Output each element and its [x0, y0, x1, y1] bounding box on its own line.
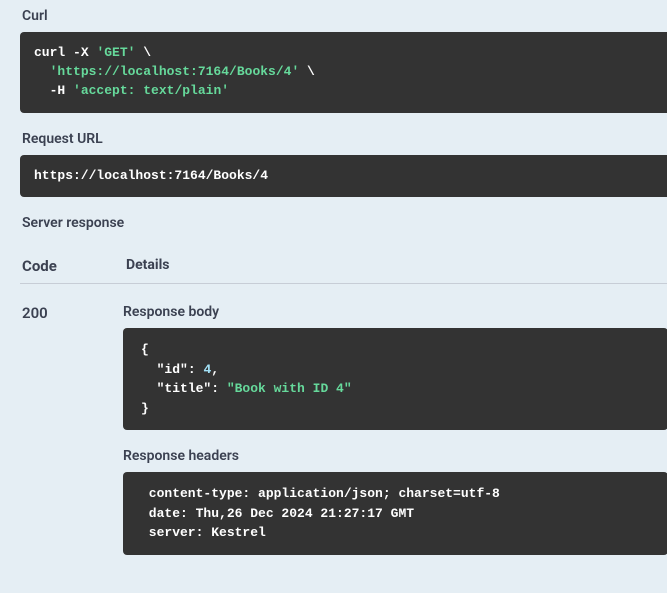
curl-flag-h: -H — [50, 83, 66, 98]
body-key-title: "title" — [157, 381, 212, 396]
body-comma1: , — [211, 362, 219, 377]
curl-url: 'https://localhost:7164/Books/4' — [50, 64, 300, 79]
body-indent1 — [141, 362, 157, 377]
body-key-id: "id" — [157, 362, 188, 377]
response-details: Response body { "id": 4, "title": "Book … — [123, 304, 667, 573]
code-column-header: Code — [22, 257, 126, 275]
response-body-block[interactable]: { "id": 4, "title": "Book with ID 4" } — [123, 328, 667, 430]
body-val-title: "Book with ID 4" — [227, 381, 352, 396]
curl-accept: 'accept: text/plain' — [73, 83, 229, 98]
response-code: 200 — [22, 304, 123, 573]
response-row: 200 Response body { "id": 4, "title": "B… — [20, 284, 667, 573]
body-close: } — [141, 401, 149, 416]
curl-codeblock[interactable]: curl -X 'GET' \ 'https://localhost:7164/… — [20, 32, 667, 113]
response-table-header: Code Details — [20, 239, 667, 284]
body-open: { — [141, 342, 149, 357]
curl-cont1: \ — [135, 45, 151, 60]
request-url-text: https://localhost:7164/Books/4 — [34, 168, 268, 183]
response-body-label: Response body — [123, 304, 667, 320]
response-headers-text: content-type: application/json; charset=… — [141, 486, 508, 540]
curl-cont2: \ — [299, 64, 315, 79]
curl-cmd: curl — [34, 45, 65, 60]
response-headers-block[interactable]: content-type: application/json; charset=… — [123, 472, 667, 555]
body-indent2 — [141, 381, 157, 396]
response-headers-label: Response headers — [123, 448, 667, 464]
curl-method: 'GET' — [96, 45, 135, 60]
request-url-block[interactable]: https://localhost:7164/Books/4 — [20, 155, 667, 198]
details-column-header: Details — [126, 257, 170, 275]
body-colon1: : — [188, 362, 204, 377]
server-response-label: Server response — [22, 215, 667, 231]
curl-label: Curl — [22, 8, 667, 24]
request-url-label: Request URL — [22, 131, 667, 147]
body-colon2: : — [211, 381, 227, 396]
curl-flag-x: -X — [73, 45, 89, 60]
